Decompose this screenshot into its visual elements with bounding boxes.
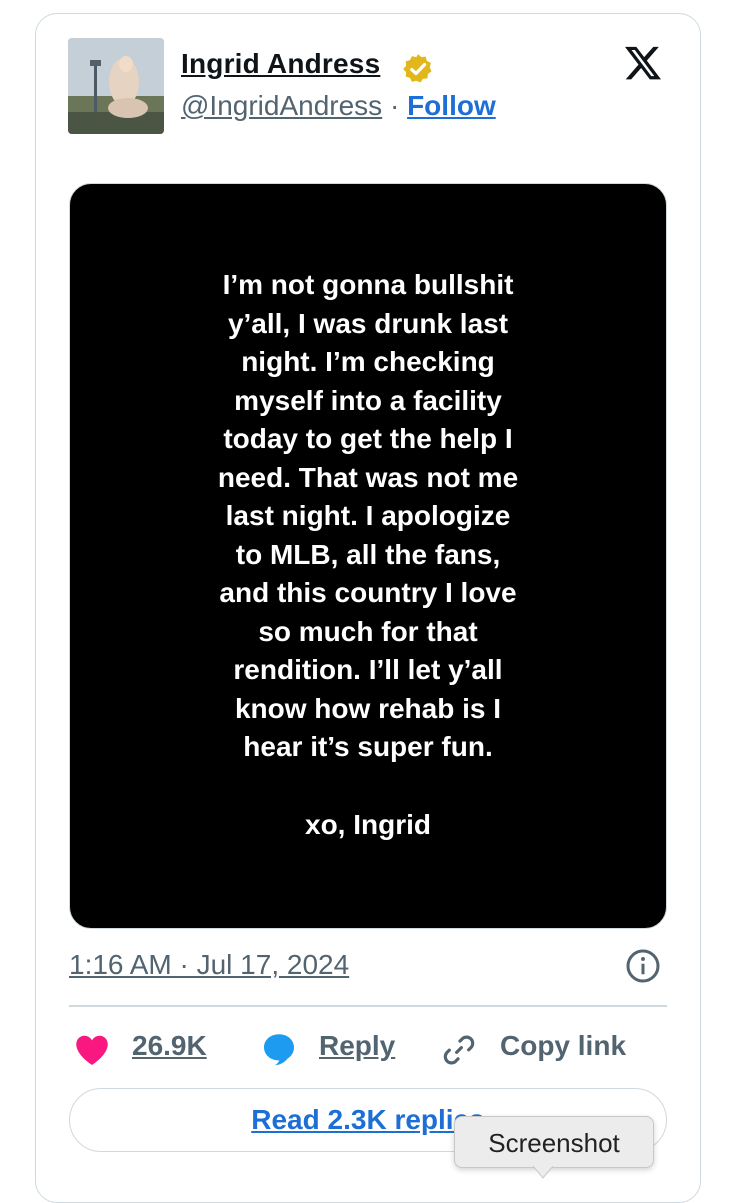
media-statement-text: I’m not gonna bullshit y’all, I was drun…	[217, 269, 519, 762]
reply-link[interactable]: Reply	[319, 1030, 395, 1062]
copy-link-button[interactable]: Copy link	[500, 1030, 626, 1062]
like-count-link[interactable]: 26.9K	[132, 1030, 207, 1062]
separator-dot: ·	[382, 90, 408, 121]
author-name-link[interactable]: Ingrid Andress	[181, 48, 380, 80]
verified-badge-icon	[403, 54, 432, 83]
media-signoff-text: xo, Ingrid	[305, 809, 431, 840]
x-logo-icon[interactable]	[622, 43, 664, 83]
link-icon[interactable]	[440, 1031, 478, 1069]
like-count: 26.9K	[132, 1030, 207, 1061]
tweet-media-image[interactable]: I’m not gonna bullshit y’all, I was drun…	[69, 183, 667, 929]
divider	[69, 1005, 667, 1007]
screenshot-tooltip: Screenshot	[454, 1116, 654, 1168]
follow-link[interactable]: Follow	[407, 90, 496, 121]
speech-bubble-icon[interactable]	[260, 1031, 298, 1067]
author-avatar[interactable]	[68, 38, 164, 134]
reply-label: Reply	[319, 1030, 396, 1061]
tooltip-arrow	[533, 1166, 553, 1179]
author-handle-link[interactable]: @IngridAndress	[181, 90, 382, 121]
tweet-timestamp-link[interactable]: 1:16 AM · Jul 17, 2024	[69, 949, 349, 981]
author-handle-line: @IngridAndress · Follow	[181, 90, 496, 122]
info-icon[interactable]	[625, 948, 661, 984]
heart-icon[interactable]	[74, 1033, 110, 1067]
